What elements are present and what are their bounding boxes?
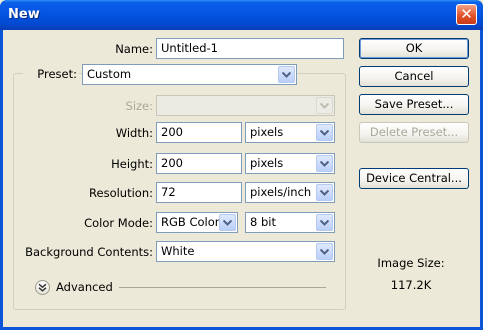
- bit-depth-select[interactable]: 8 bit: [245, 212, 335, 233]
- dialog-window: New ✕ Name: Untitled-1 Preset: Custom Si…: [0, 0, 483, 330]
- color-mode-value: RGB Color: [161, 215, 220, 229]
- background-contents-select[interactable]: White: [156, 241, 335, 262]
- image-size-label: Image Size:: [377, 256, 445, 270]
- height-unit-select[interactable]: pixels: [245, 153, 335, 174]
- height-input[interactable]: 200: [156, 153, 242, 174]
- chevron-down-icon: [219, 214, 236, 231]
- ok-button[interactable]: OK: [359, 38, 469, 59]
- name-value: Untitled-1: [161, 41, 218, 55]
- cancel-button[interactable]: Cancel: [359, 66, 469, 87]
- background-contents-value: White: [161, 244, 195, 258]
- preset-label: Preset:: [23, 67, 79, 81]
- width-unit-select[interactable]: pixels: [245, 122, 335, 143]
- advanced-divider: [119, 287, 326, 288]
- height-unit-value: pixels: [250, 156, 284, 170]
- width-input[interactable]: 200: [156, 122, 242, 143]
- device-central-button[interactable]: Device Central...: [359, 168, 469, 189]
- color-mode-select[interactable]: RGB Color: [156, 212, 238, 233]
- size-select: [156, 95, 335, 116]
- resolution-unit-value: pixels/inch: [250, 185, 312, 199]
- title-bar[interactable]: New ✕: [0, 0, 483, 30]
- advanced-label[interactable]: Advanced: [56, 280, 113, 294]
- chevron-down-icon: [316, 214, 333, 231]
- background-contents-label: Background Contents:: [25, 245, 153, 259]
- width-value: 200: [161, 125, 183, 139]
- image-size-value: 117.2K: [390, 278, 432, 292]
- preset-select[interactable]: Custom: [82, 64, 297, 85]
- width-unit-value: pixels: [250, 125, 284, 139]
- resolution-input[interactable]: 72: [156, 182, 242, 203]
- chevron-down-icon: [316, 155, 333, 172]
- resolution-label: Resolution:: [89, 186, 153, 200]
- chevron-down-icon: [316, 184, 333, 201]
- size-label: Size:: [125, 99, 153, 113]
- name-label: Name:: [115, 42, 153, 56]
- close-icon: ✕: [460, 5, 473, 23]
- window-title: New: [8, 7, 40, 22]
- preset-value: Custom: [87, 67, 132, 81]
- dialog-body: Name: Untitled-1 Preset: Custom Size: Wi…: [3, 30, 480, 327]
- height-label: Height:: [111, 157, 153, 171]
- name-input[interactable]: Untitled-1: [156, 38, 344, 59]
- delete-preset-button: Delete Preset...: [359, 122, 469, 143]
- resolution-value: 72: [161, 185, 176, 199]
- chevron-down-icon: [316, 97, 333, 114]
- chevron-down-icon: [316, 243, 333, 260]
- resolution-unit-select[interactable]: pixels/inch: [245, 182, 335, 203]
- save-preset-button[interactable]: Save Preset...: [359, 94, 469, 115]
- close-button[interactable]: ✕: [456, 4, 477, 25]
- chevron-down-icon: [316, 124, 333, 141]
- bit-depth-value: 8 bit: [250, 215, 276, 229]
- chevron-down-icon: [278, 66, 295, 83]
- width-label: Width:: [115, 126, 153, 140]
- color-mode-label: Color Mode:: [84, 216, 153, 230]
- height-value: 200: [161, 156, 183, 170]
- expand-advanced-icon[interactable]: [35, 280, 50, 295]
